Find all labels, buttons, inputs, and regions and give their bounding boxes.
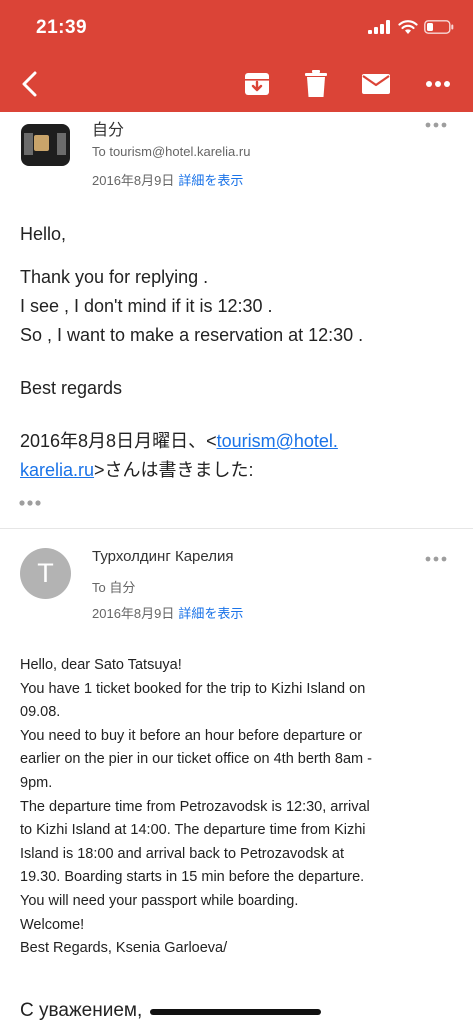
body-line: 09.08.: [20, 704, 61, 721]
body-line: 9pm.: [20, 774, 53, 791]
body-line: Welcome!: [20, 916, 85, 933]
delete-button[interactable]: [298, 66, 334, 102]
sender-avatar[interactable]: T: [20, 548, 71, 599]
body-line: Hello, dear Sato Tatsuya!: [20, 657, 182, 673]
more-icon: [426, 81, 450, 87]
message-body: Hello, Thank you for replying . I see , …: [20, 220, 460, 485]
trash-icon: [305, 70, 327, 97]
avatar-image-detail: [57, 133, 66, 155]
recipient-line: To 自分: [92, 580, 136, 595]
sender-avatar[interactable]: [21, 124, 70, 166]
signal-icon: [368, 20, 390, 34]
show-details-link[interactable]: 詳細を表示: [178, 173, 243, 188]
quote-header: 2016年8月8日月曜日、<tourism@hotel.: [20, 427, 460, 456]
body-line: I see , I don't mind if it is 12:30 .: [20, 296, 273, 316]
app-header: 21:39: [0, 0, 473, 112]
signature-line: С уважением,: [20, 1000, 143, 1021]
quote-suffix: >さんは書きました:: [94, 460, 254, 480]
quote-email-link[interactable]: karelia.ru: [20, 460, 94, 480]
closing: Best regards: [20, 378, 123, 398]
toolbar: [0, 56, 473, 110]
sender-name[interactable]: 自分: [92, 116, 124, 140]
message-date: 2016年8月9日: [92, 173, 175, 188]
body-line: You have 1 ticket booked for the trip to…: [20, 680, 366, 697]
status-time: 21:39: [36, 17, 88, 38]
avatar-image-detail: [34, 135, 49, 151]
message-date-line: 2016年8月9日 詳細を表示: [92, 603, 243, 622]
body-line: So , I want to make a reservation at 12:…: [20, 325, 364, 345]
body-line: to Kizhi Island at 14:00. The departure …: [20, 822, 366, 839]
show-details-link[interactable]: 詳細を表示: [178, 606, 243, 621]
message-body: Hello, dear Sato Tatsuya! You have 1 tic…: [20, 654, 460, 961]
body-line: The departure time from Petrozavodsk is …: [20, 798, 370, 815]
home-indicator[interactable]: [150, 1009, 321, 1015]
greeting: Hello,: [20, 224, 67, 244]
message-date: 2016年8月9日: [92, 606, 175, 621]
mark-unread-button[interactable]: [358, 66, 394, 102]
body-line: You will need your passport while boardi…: [20, 892, 299, 909]
quote-email-link[interactable]: tourism@hotel.: [217, 431, 338, 451]
message-date-line: 2016年8月9日 詳細を表示: [92, 170, 243, 189]
mail-icon: [362, 74, 390, 94]
body-line: Best Regards, Ksenia Garloeva/: [20, 940, 228, 957]
sender-name[interactable]: Турхолдинг Карелия: [92, 548, 234, 565]
body-line: Island is 18:00 and arrival back to Petr…: [20, 845, 345, 862]
body-line: 19.30. Boarding starts in 15 min before …: [20, 869, 365, 886]
message-more-icon[interactable]: [425, 556, 447, 562]
body-line: Thank you for replying .: [20, 267, 209, 287]
body-line: You need to buy it before an hour before…: [20, 727, 363, 744]
archive-button[interactable]: [239, 66, 275, 102]
message-1: 自分 To tourism@hotel.karelia.ru 2016年8月9日…: [0, 112, 473, 529]
quote-header-cont: karelia.ru>さんは書きました:: [20, 456, 460, 485]
archive-icon: [245, 73, 269, 95]
avatar-image-detail: [24, 133, 33, 155]
status-bar: 21:39: [0, 0, 473, 54]
wifi-icon: [398, 20, 418, 34]
back-button[interactable]: [12, 66, 48, 102]
quote-prefix: 2016年8月8日月曜日、<: [20, 431, 217, 451]
message-more-icon[interactable]: [425, 122, 447, 128]
message-divider: [0, 528, 473, 529]
more-button[interactable]: [420, 66, 456, 102]
body-line: earlier on the pier in our ticket office…: [20, 751, 372, 768]
recipient-line: To tourism@hotel.karelia.ru: [92, 144, 251, 159]
show-quoted-text-icon[interactable]: [19, 499, 43, 507]
battery-icon: [424, 20, 454, 34]
back-icon: [22, 71, 37, 97]
